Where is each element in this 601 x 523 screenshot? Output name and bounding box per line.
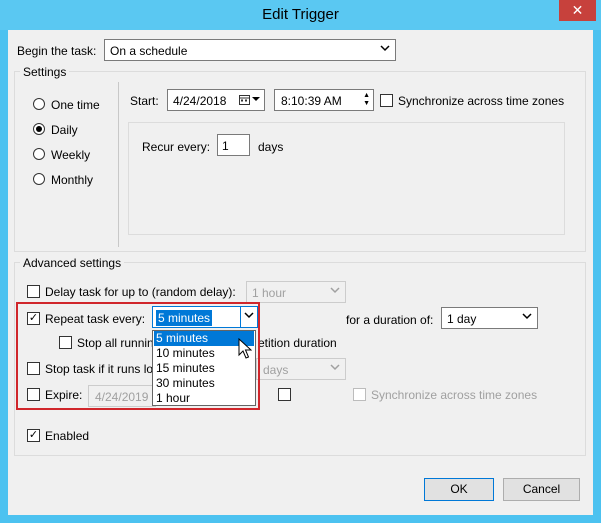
radio-one-time-label: One time [51, 98, 100, 112]
enabled-label: Enabled [45, 429, 90, 443]
edit-trigger-window: Edit Trigger ✕ Begin the task: On a sche… [0, 0, 601, 523]
enabled-checkbox[interactable]: ✓ [27, 429, 40, 442]
radio-monthly-label: Monthly [51, 173, 94, 187]
expire-time-checkbox[interactable] [278, 388, 291, 401]
start-label: Start: [130, 94, 159, 108]
recur-every-label: Recur every: [142, 140, 211, 154]
duration-dropdown[interactable]: 1 day [441, 307, 538, 329]
settings-divider [118, 82, 119, 247]
radio-one-time[interactable] [33, 98, 45, 110]
window-title: Edit Trigger [262, 6, 339, 23]
radio-selected-dot [36, 126, 42, 132]
start-date-picker[interactable]: 4/24/2018 [167, 89, 265, 111]
delay-task-label: Delay task for up to (random delay): [45, 285, 236, 299]
radio-monthly[interactable] [33, 173, 45, 185]
recur-every-value: 1 [222, 139, 229, 153]
chevron-down-icon [250, 93, 262, 107]
chevron-down-icon [329, 362, 341, 376]
radio-daily-label: Daily [51, 123, 78, 137]
highlight-callout [16, 302, 260, 410]
expire-sync-checkbox[interactable] [353, 388, 366, 401]
dialog-body: Begin the task: On a schedule Settings O… [8, 30, 593, 515]
ok-button[interactable]: OK [424, 478, 494, 501]
start-date-value: 4/24/2018 [173, 94, 227, 108]
delay-task-dropdown[interactable]: 1 hour [246, 281, 346, 303]
begin-task-dropdown[interactable]: On a schedule [104, 39, 396, 61]
settings-group-label: Settings [20, 65, 70, 79]
expire-sync-label: Synchronize across time zones [371, 388, 538, 402]
begin-task-value: On a schedule [110, 44, 188, 58]
recur-unit-label: days [258, 140, 284, 154]
advanced-settings-label: Advanced settings [20, 256, 125, 270]
close-icon: ✕ [571, 2, 584, 18]
delay-task-checkbox[interactable] [27, 285, 40, 298]
cancel-button[interactable]: Cancel [503, 478, 580, 501]
stop-all-running-label-rest: etition duration [258, 336, 337, 350]
close-button[interactable]: ✕ [559, 0, 596, 21]
start-time-value: 8:10:39 AM [281, 94, 342, 108]
recur-panel [128, 122, 565, 235]
chevron-down-icon [379, 43, 391, 57]
radio-weekly[interactable] [33, 148, 45, 160]
duration-value: 1 day [447, 312, 477, 326]
begin-task-label: Begin the task: [17, 44, 97, 58]
stop-if-runs-longer-dropdown[interactable]: days [256, 358, 346, 380]
sync-timezones-checkbox[interactable] [380, 94, 393, 107]
spin-up-icon[interactable]: ▲ [363, 92, 370, 100]
title-bar[interactable]: Edit Trigger ✕ [0, 0, 601, 30]
spin-down-icon[interactable]: ▼ [363, 100, 370, 108]
radio-daily[interactable] [33, 123, 45, 135]
chevron-down-icon [329, 285, 341, 299]
start-time-field[interactable]: 8:10:39 AM ▲ ▼ [274, 89, 374, 111]
chevron-down-icon [521, 311, 533, 325]
radio-weekly-label: Weekly [51, 148, 91, 162]
duration-label: for a duration of: [346, 313, 434, 327]
delay-task-value: 1 hour [252, 286, 287, 300]
stop-if-runs-longer-value: days [263, 363, 289, 377]
calendar-icon[interactable] [239, 94, 250, 105]
recur-every-input[interactable]: 1 [217, 134, 250, 156]
sync-timezones-label: Synchronize across time zones [398, 94, 565, 108]
